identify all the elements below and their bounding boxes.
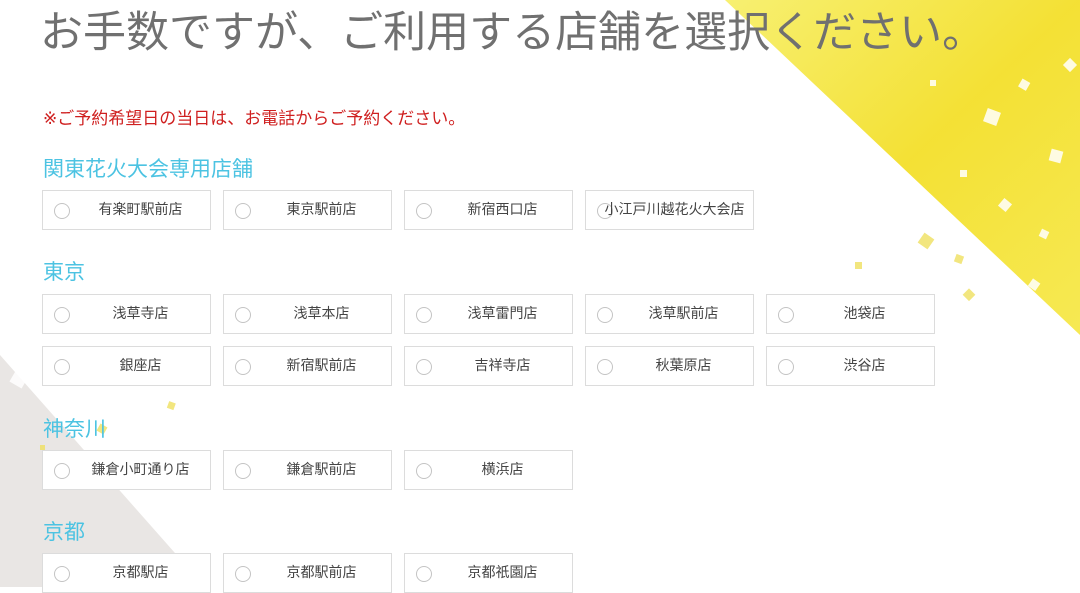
store-label: 銀座店 [119, 358, 162, 374]
store-option[interactable]: 浅草駅前店 [585, 294, 754, 334]
radio-button[interactable] [778, 307, 794, 323]
store-option[interactable]: 鎌倉駅前店 [223, 450, 392, 490]
radio-button[interactable] [416, 307, 432, 323]
store-option[interactable]: 京都駅店 [42, 553, 211, 593]
store-option[interactable]: 有楽町駅前店 [42, 190, 211, 230]
same-day-notice: ※ご予約希望日の当日は、お電話からご予約ください。 [43, 109, 466, 129]
store-option[interactable]: 浅草本店 [223, 294, 392, 334]
store-label: 浅草本店 [293, 306, 350, 322]
store-option[interactable]: 新宿駅前店 [223, 346, 392, 386]
section-title-kyoto: 京都 [43, 520, 85, 544]
store-option[interactable]: 銀座店 [42, 346, 211, 386]
store-label: 横浜店 [481, 462, 524, 478]
radio-button[interactable] [778, 359, 794, 375]
radio-button[interactable] [235, 203, 251, 219]
store-label: 秋葉原店 [655, 358, 712, 374]
store-label: 有楽町駅前店 [98, 202, 183, 218]
radio-button[interactable] [235, 566, 251, 582]
radio-button[interactable] [235, 307, 251, 323]
store-label: 京都駅前店 [286, 565, 357, 581]
radio-button[interactable] [597, 359, 613, 375]
section-title-tokyo: 東京 [43, 260, 85, 284]
store-option[interactable]: 京都駅前店 [223, 553, 392, 593]
radio-button[interactable] [416, 203, 432, 219]
store-label: 鎌倉小町通り店 [91, 462, 190, 478]
store-option[interactable]: 新宿西口店 [404, 190, 573, 230]
store-option[interactable]: 秋葉原店 [585, 346, 754, 386]
store-label: 浅草寺店 [112, 306, 169, 322]
store-option[interactable]: 渋谷店 [766, 346, 935, 386]
store-label: 浅草雷門店 [467, 306, 538, 322]
radio-button[interactable] [54, 359, 70, 375]
store-label: 東京駅前店 [286, 202, 357, 218]
radio-button[interactable] [54, 203, 70, 219]
store-label: 池袋店 [843, 306, 886, 322]
store-option[interactable]: 鎌倉小町通り店 [42, 450, 211, 490]
radio-button[interactable] [54, 463, 70, 479]
radio-button[interactable] [416, 359, 432, 375]
section-title-kanto-fireworks: 関東花火大会専用店舗 [43, 157, 253, 181]
store-label: 新宿西口店 [467, 202, 538, 218]
section-title-kanagawa: 神奈川 [43, 417, 106, 441]
radio-button[interactable] [597, 307, 613, 323]
store-option[interactable]: 京都祇園店 [404, 553, 573, 593]
store-option[interactable]: 浅草雷門店 [404, 294, 573, 334]
page-heading: お手数ですが、ご利用する店舗を選択ください。 [40, 8, 986, 58]
store-option[interactable]: 池袋店 [766, 294, 935, 334]
radio-button[interactable] [416, 463, 432, 479]
radio-button[interactable] [54, 307, 70, 323]
store-option[interactable]: 小江戸川越花火大会店 [585, 190, 754, 230]
radio-button[interactable] [54, 566, 70, 582]
store-option[interactable]: 東京駅前店 [223, 190, 392, 230]
store-label: 小江戸川越花火大会店 [604, 202, 745, 218]
store-label: 鎌倉駅前店 [286, 462, 357, 478]
radio-button[interactable] [416, 566, 432, 582]
store-label: 吉祥寺店 [474, 358, 531, 374]
store-option[interactable]: 吉祥寺店 [404, 346, 573, 386]
store-label: 京都祇園店 [467, 565, 538, 581]
store-label: 渋谷店 [843, 358, 886, 374]
store-option[interactable]: 浅草寺店 [42, 294, 211, 334]
store-option[interactable]: 横浜店 [404, 450, 573, 490]
radio-button[interactable] [235, 359, 251, 375]
store-label: 京都駅店 [112, 565, 169, 581]
store-label: 新宿駅前店 [286, 358, 357, 374]
store-label: 浅草駅前店 [648, 306, 719, 322]
radio-button[interactable] [235, 463, 251, 479]
